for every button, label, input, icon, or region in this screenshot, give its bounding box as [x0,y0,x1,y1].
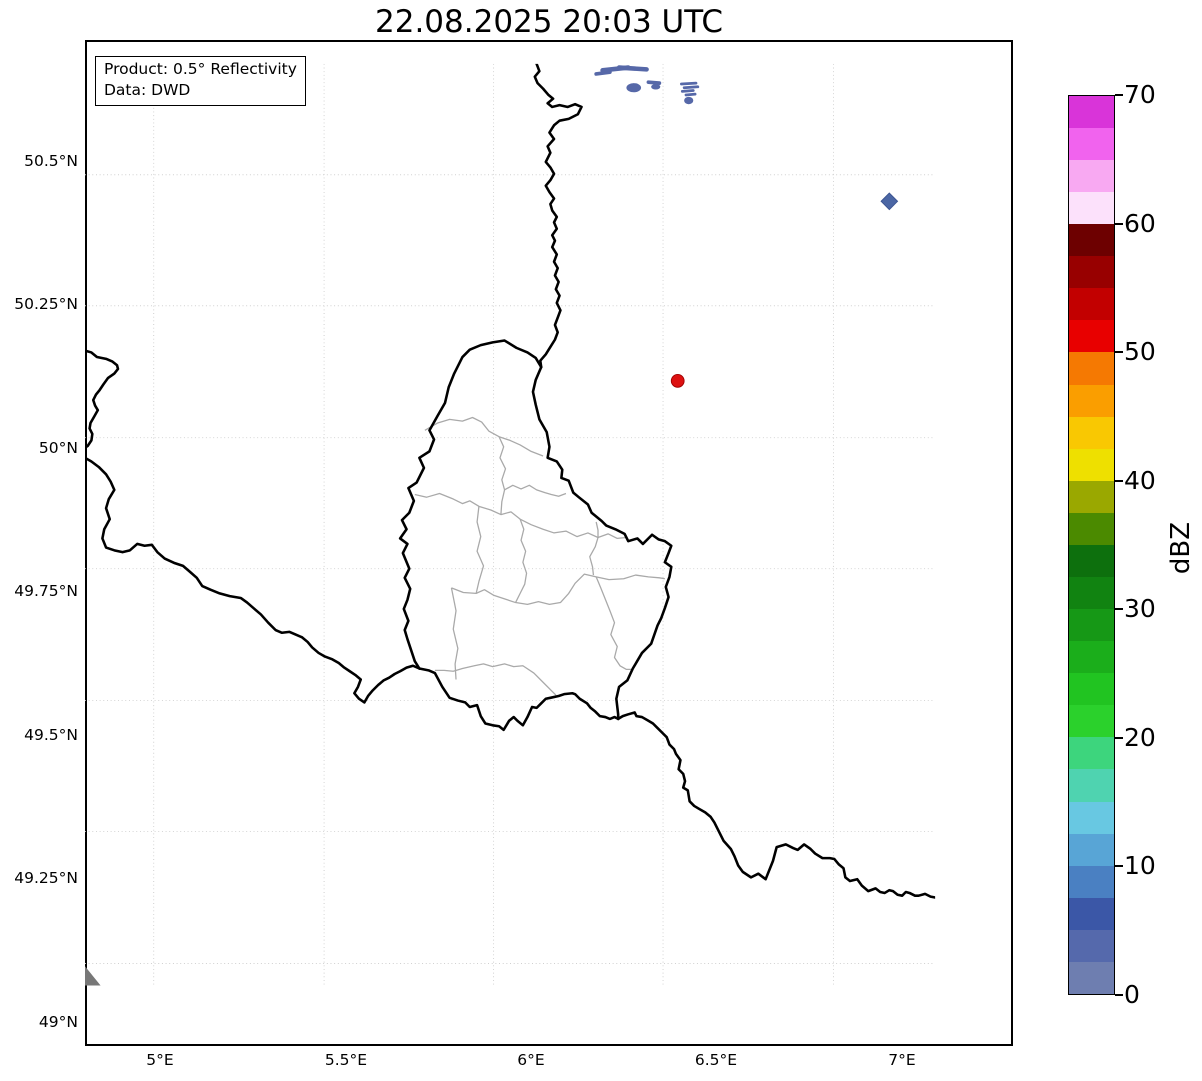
radar-echo-dash [684,92,697,97]
district-border [450,587,459,680]
colorbar-segment [1069,512,1114,545]
colorbar: 0 10 20 30 40 50 60 70 [1068,82,1156,1008]
colorbar-tick [1115,994,1123,996]
border-luxembourg-east [531,365,673,721]
colorbar-segment [1069,609,1114,642]
colorbar-segment [1069,897,1114,930]
radar-echo-blob [651,84,661,90]
colorbar-segment [1069,544,1114,577]
radar-echo-dash [680,89,695,93]
plot-title: 22.08.2025 20:03 UTC [375,4,723,40]
colorbar-tick-label: 40 [1124,465,1156,495]
colorbar-segment [1069,673,1114,706]
colorbar-tick [1115,351,1123,354]
longitude-tick-label: 6.5°E [694,1051,738,1069]
colorbar-segment [1069,705,1114,738]
colorbar-tick-label: 70 [1124,80,1156,109]
district-border [514,518,528,603]
radar-echo-dashes [594,65,700,97]
colorbar-segment [1069,288,1114,321]
colorbar-segment [1069,769,1114,802]
colorbar-gradient [1068,95,1115,995]
colorbar-tick-label: 0 [1124,980,1140,1009]
latitude-tick-label: 50.25°N [14,295,78,313]
district-borders [414,416,665,696]
district-border [451,573,665,606]
longitude-tick-label: 7°E [888,1051,916,1069]
colorbar-segment [1069,801,1114,834]
radar-echo-dash [682,85,700,90]
colorbar-segment [1069,352,1114,385]
radar-echo-dot [670,373,685,388]
border-belgium-germany [533,63,583,369]
colorbar-tick [1115,222,1123,225]
border-luxembourg-south [418,667,620,732]
latitude-tick-label: 49.25°N [14,869,78,887]
radar-echo-dash [616,65,649,72]
latitude-tick-label: 50°N [38,439,78,457]
colorbar-tick [1115,479,1123,482]
district-border [424,416,544,457]
colorbar-tick [1115,865,1123,868]
annotation-product: Product: 0.5° Reflectivity [104,60,297,78]
colorbar-segment [1069,384,1114,417]
latitude-tick-label: 49.75°N [14,582,78,600]
colorbar-tick-label: 10 [1124,851,1156,881]
colorbar-segment [1069,480,1114,513]
longitude-tick-label: 5°E [146,1051,174,1069]
district-border [475,506,485,594]
radar-echo-dash [646,80,662,85]
colorbar-segment [1069,224,1114,257]
colorbar-segment [1069,159,1114,193]
colorbar-segment [1069,448,1114,481]
colorbar-tick-label: 50 [1124,337,1156,367]
longitude-tick-label: 5.5°E [324,1051,368,1069]
latitude-tick-label: 49°N [38,1013,78,1031]
map-corner-artifact [85,966,101,986]
colorbar-segment [1069,865,1114,898]
border-france-belgium [85,456,421,704]
colorbar-tick-label: 30 [1124,594,1156,624]
colorbar-segment [1069,256,1114,289]
border-northwest-fragment [85,349,120,450]
colorbar-segment [1069,929,1114,962]
district-border [595,576,633,671]
colorbar-tick-label: 20 [1124,722,1156,752]
colorbar-axis-label: dBZ [1166,521,1196,575]
colorbar-segment [1069,641,1114,674]
district-border [504,484,567,497]
latitude-tick-label: 49.5°N [24,726,78,744]
radar-echo-blob [684,96,694,105]
radar-echo-dash [680,81,698,86]
colorbar-tick [1115,736,1123,739]
colorbar-segment [1069,961,1114,994]
district-border [498,436,507,515]
radar-echo-diamond [880,192,899,211]
colorbar-segment [1069,416,1114,449]
colorbar-segment [1069,192,1114,225]
border-luxembourg-west [398,339,543,670]
annotation-source: Data: DWD [104,81,191,99]
colorbar-segment [1069,95,1114,128]
radar-echo-blob [626,83,642,93]
colorbar-segment [1069,127,1114,160]
colorbar-segment [1069,833,1114,866]
colorbar-segment [1069,737,1114,770]
colorbar-tick-label: 60 [1124,208,1156,238]
national-borders [85,63,936,899]
radar-figure: 22.08.2025 20:03 UTC Product: 0.5° Refle… [0,0,1202,1081]
colorbar-tick [1115,608,1123,611]
annotation-box: Product: 0.5° Reflectivity Data: DWD [95,56,306,106]
colorbar-segment [1069,576,1114,610]
colorbar-segment [1069,320,1114,353]
border-france-germany [616,711,936,899]
district-border [589,521,599,576]
colorbar-tick [1115,94,1123,96]
latitude-tick-label: 50.5°N [24,152,78,170]
map-canvas [85,63,936,986]
district-border [434,663,557,696]
longitude-tick-label: 6°E [517,1051,545,1069]
